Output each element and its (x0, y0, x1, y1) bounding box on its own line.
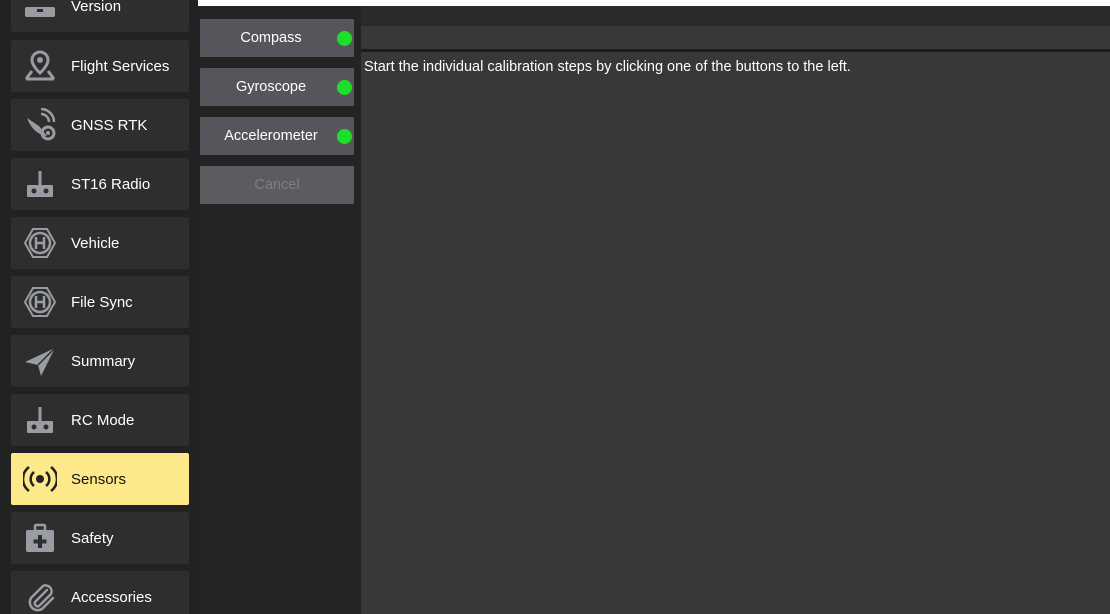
status-complete-icon (337, 129, 352, 144)
sidebar-item-label: RC Mode (71, 411, 135, 429)
sidebar-item-label: GNSS RTK (71, 116, 148, 134)
hexacopter-icon (19, 281, 61, 323)
accelerometer-calibration-button[interactable]: Accelerometer (200, 117, 354, 155)
sidebar-item-st16-radio[interactable]: ST16 Radio (11, 158, 189, 210)
sidebar-item-label: File Sync (71, 293, 133, 311)
sidebar-item-accessories[interactable]: Accessories (11, 571, 189, 614)
sensor-signal-icon (19, 458, 61, 500)
cancel-button[interactable]: Cancel (200, 166, 354, 204)
sidebar-item-version[interactable]: Version (11, 0, 189, 32)
divider (361, 49, 1110, 52)
sidebar-item-label: Accessories (71, 588, 152, 606)
calibration-button-label: Compass (240, 30, 302, 46)
sidebar-item-vehicle[interactable]: Vehicle (11, 217, 189, 269)
satellite-gear-icon (19, 104, 61, 146)
version-icon (19, 0, 61, 27)
paper-plane-icon (19, 340, 61, 382)
calibration-button-label: Accelerometer (224, 128, 318, 144)
sidebar-item-label: ST16 Radio (71, 175, 151, 193)
map-pin-icon (19, 45, 61, 87)
sidebar-item-label: Vehicle (71, 234, 120, 252)
sidebar-item-label: Summary (71, 352, 136, 370)
sidebar-item-gnss-rtk[interactable]: GNSS RTK (11, 99, 189, 151)
gyroscope-calibration-button[interactable]: Gyroscope (200, 68, 354, 106)
instruction-text: Start the individual calibration steps b… (364, 59, 851, 75)
sidebar-item-rc-mode[interactable]: RC Mode (11, 394, 189, 446)
calibration-panel: Compass Gyroscope Accelerometer Cancel (198, 6, 361, 614)
sidebar-item-safety[interactable]: Safety (11, 512, 189, 564)
sidebar-item-label: Flight Services (71, 57, 170, 75)
first-aid-icon (19, 517, 61, 559)
status-complete-icon (337, 31, 352, 46)
calibration-content-area: Start the individual calibration steps b… (361, 6, 1110, 614)
compass-calibration-button[interactable]: Compass (200, 19, 354, 57)
sidebar-item-summary[interactable]: Summary (11, 335, 189, 387)
calibration-button-label: Gyroscope (235, 79, 307, 95)
sidebar: Version Flight Services GNSS RTK ST16 Ra… (0, 0, 198, 614)
sidebar-item-label: Safety (71, 529, 114, 547)
paperclip-icon (19, 576, 61, 614)
content-header-bar (361, 6, 1110, 26)
hexacopter-icon (19, 222, 61, 264)
radio-controller-icon (19, 399, 61, 441)
sidebar-item-label: Version (71, 0, 122, 15)
sidebar-item-label: Sensors (71, 470, 127, 488)
sidebar-item-sensors[interactable]: Sensors (11, 453, 189, 505)
radio-controller-icon (19, 163, 61, 205)
sidebar-item-flight-services[interactable]: Flight Services (11, 40, 189, 92)
sidebar-item-file-sync[interactable]: File Sync (11, 276, 189, 328)
status-complete-icon (337, 80, 352, 95)
